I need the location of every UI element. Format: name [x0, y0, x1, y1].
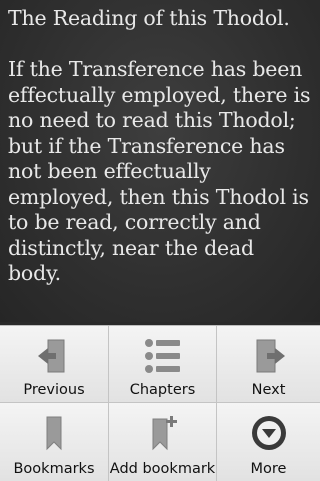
next-icon [256, 339, 285, 373]
chapter-paragraph: If the Transference has been effectually… [8, 57, 311, 285]
previous-label: Previous [23, 382, 85, 398]
chapter-heading: The Reading of this Thodol. [8, 6, 290, 30]
chapters-button[interactable]: Chapters [109, 326, 217, 403]
previous-icon [38, 339, 65, 373]
previous-button[interactable]: Previous [0, 326, 109, 403]
more-button[interactable]: More [217, 403, 320, 481]
next-label: Next [251, 382, 286, 398]
next-button[interactable]: Next [217, 326, 320, 403]
chapters-icon [144, 339, 180, 373]
chapters-label: Chapters [129, 382, 196, 398]
more-label: More [250, 461, 287, 477]
bookmarks-icon [46, 416, 62, 451]
add-bookmark-label: Add bookmark [109, 461, 216, 477]
reader-text-area[interactable]: The Reading of this Thodol. If the Trans… [0, 0, 320, 322]
add-bookmark-button[interactable]: Add bookmark [109, 403, 217, 481]
more-icon [251, 416, 286, 450]
bookmarks-button[interactable]: Bookmarks [0, 403, 109, 481]
bookmarks-label: Bookmarks [13, 461, 95, 477]
add-bookmark-icon [152, 416, 177, 451]
options-menu: Previous Chapters Next Bookmarks Add boo… [0, 325, 320, 481]
